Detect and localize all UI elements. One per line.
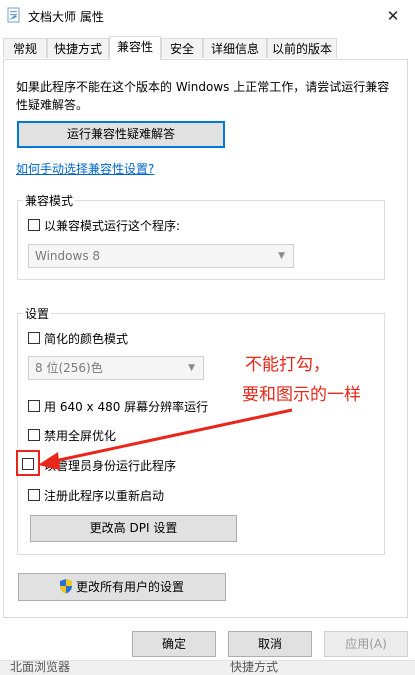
taskbar-left-label: 北面浏览器 <box>10 660 71 674</box>
tab-compatibility[interactable]: 兼容性 <box>109 36 161 60</box>
shield-icon <box>60 579 72 594</box>
taskbar-right-label: 快捷方式 <box>230 660 279 674</box>
apply-button[interactable]: 应用(A) <box>324 631 408 657</box>
change-all-users-button[interactable]: 更改所有用户的设置 <box>18 573 226 601</box>
taskbar-strip: 北面浏览器 快捷方式 <box>0 660 415 675</box>
ok-button[interactable]: 确定 <box>132 631 216 657</box>
cancel-button[interactable]: 取消 <box>228 631 312 657</box>
